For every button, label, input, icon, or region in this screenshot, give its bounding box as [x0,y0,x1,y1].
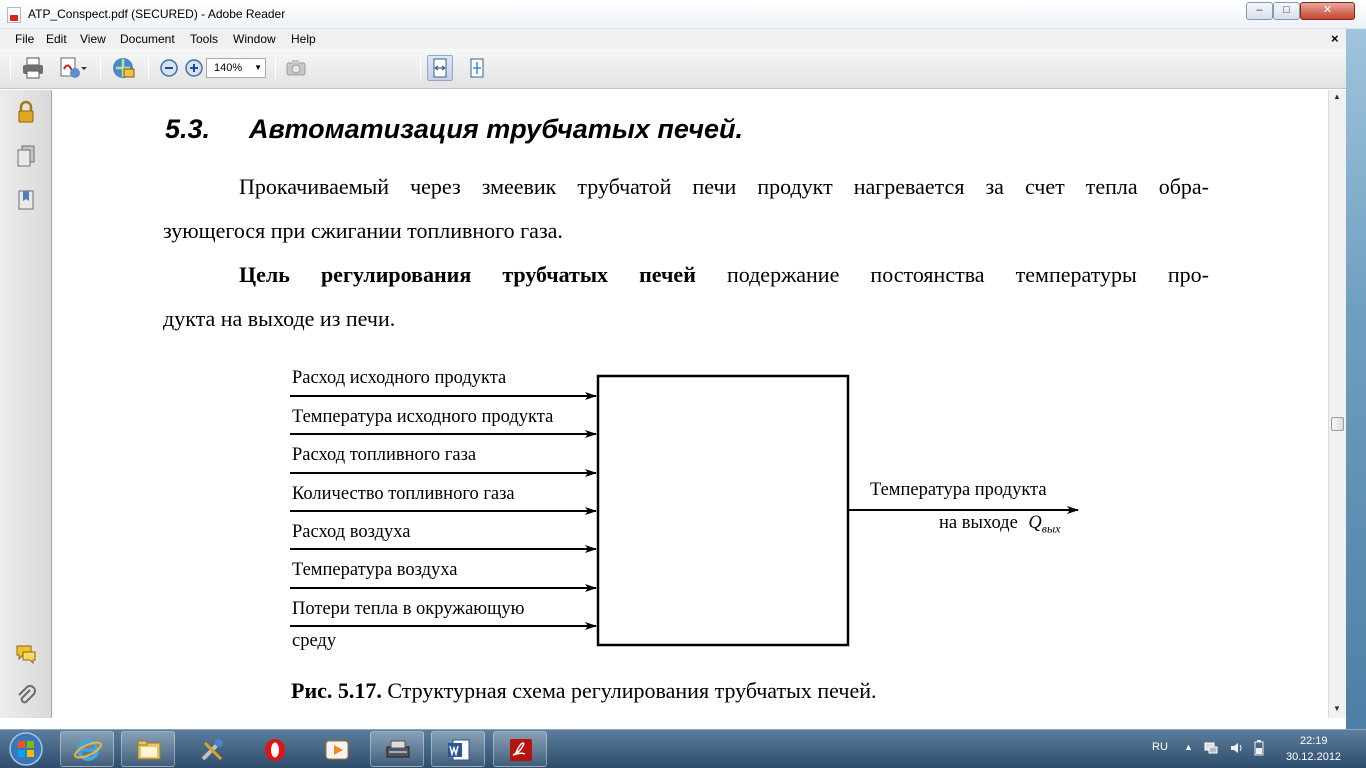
input-label-7-line2: среду [292,631,337,651]
minimize-button[interactable]: – [1246,2,1273,20]
input-label-7: Потери тепла в окружающую [292,599,525,619]
battery-icon[interactable] [1254,740,1264,756]
attachments-icon[interactable] [14,684,38,708]
input-label-6: Температура воздуха [292,560,458,580]
fit-width-icon[interactable] [427,55,453,81]
collaborate-icon[interactable] [110,55,136,81]
opera-icon[interactable] [247,731,301,767]
network-icon[interactable] [1204,741,1218,755]
start-button[interactable] [4,731,48,768]
input-label-1: Расход исходного продукта [292,368,507,388]
lock-icon[interactable] [14,100,38,124]
word-icon[interactable] [431,731,485,767]
menu-tools[interactable]: Tools [190,32,218,46]
clock-date[interactable]: 30.12.2012 [1286,751,1341,763]
menu-window[interactable]: Window [233,32,276,46]
scroll-thumb[interactable] [1331,417,1344,431]
caption-number: Рис. 5.17. [291,678,382,703]
bookmarks-icon[interactable] [14,188,38,212]
input-label-4: Количество топливного газа [292,484,515,504]
input-label-5: Расход воздуха [292,522,411,542]
pages-icon[interactable] [14,144,38,168]
adobe-reader-icon[interactable] [493,731,547,767]
zoom-in-icon[interactable] [181,55,207,81]
output-label-line2: на выходе Qвых [939,513,1060,537]
caption-text: Структурная схема регулирования трубчаты… [381,678,877,703]
scanner-icon[interactable] [370,731,424,767]
window-title: ATP_Conspect.pdf (SECURED) - Adobe Reade… [28,7,286,21]
title-bar: ATP_Conspect.pdf (SECURED) - Adobe Reade… [0,0,1366,29]
structure-diagram [290,374,1079,647]
tools-icon[interactable] [185,731,239,767]
menu-view[interactable]: View [80,32,106,46]
output-subscript: вых [1041,521,1061,536]
menu-help[interactable]: Help [291,32,316,46]
output-symbol: Q [1028,513,1042,533]
zoom-value: 140% [214,62,243,74]
volume-icon[interactable] [1229,741,1243,755]
input-label-3: Расход топливного газа [292,445,477,465]
document-view[interactable]: 5.3. Автоматизация трубчатых печей. Прока… [53,90,1328,718]
menu-document[interactable]: Document [120,32,175,46]
zoom-out-icon[interactable] [156,55,182,81]
menu-edit[interactable]: Edit [46,32,67,46]
pdf-app-icon [7,7,21,23]
print-icon[interactable] [20,55,46,81]
file-explorer-icon[interactable] [121,731,175,767]
figure-caption: Рис. 5.17. Структурная схема регулирован… [291,678,876,704]
output-label-text: на выходе [939,513,1018,533]
vertical-scrollbar[interactable]: ▲ ▼ [1328,90,1346,718]
scroll-down-icon[interactable]: ▼ [1333,704,1341,713]
fit-page-icon[interactable] [464,55,490,81]
comments-icon[interactable] [14,642,38,666]
taskbar: RU ▲ 22:19 30.12.2012 [0,729,1366,768]
toolbar: 140% ▼ [0,49,1346,89]
desktop-background [1346,29,1366,729]
controlled-object-block [596,374,850,647]
show-hidden-icons-icon[interactable]: ▲ [1184,742,1193,752]
close-window-button[interactable]: ✕ [1300,2,1355,20]
menu-file[interactable]: File [15,32,34,46]
maximize-button[interactable]: □ [1273,2,1300,20]
clock-time[interactable]: 22:19 [1300,735,1328,747]
internet-explorer-icon[interactable] [60,731,114,767]
menu-bar: File Edit View Document Tools Window Hel… [0,29,1366,49]
create-pdf-icon[interactable] [57,55,87,81]
chevron-down-icon: ▼ [254,63,262,72]
zoom-select[interactable]: 140% ▼ [206,58,266,78]
close-document-button[interactable]: × [1331,31,1339,46]
system-tray: RU ▲ 22:19 30.12.2012 [1140,730,1366,768]
media-player-icon[interactable] [309,731,363,767]
snapshot-icon[interactable] [283,55,309,81]
language-indicator[interactable]: RU [1152,741,1168,753]
left-navigation-panel [0,90,52,718]
output-label-line1: Температура продукта [870,480,1047,500]
scroll-up-icon[interactable]: ▲ [1333,92,1341,101]
input-label-2: Температура исходного продукта [292,407,554,427]
